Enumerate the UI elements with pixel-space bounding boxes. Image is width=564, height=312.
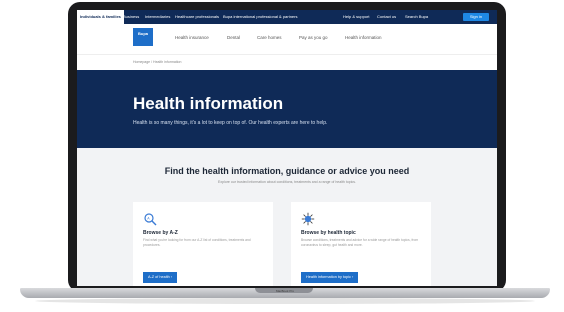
help-support-link[interactable]: Help & support bbox=[343, 10, 369, 24]
bupa-logo[interactable]: Bupa bbox=[133, 28, 153, 46]
nav-health-insurance[interactable]: Health insurance bbox=[175, 35, 209, 40]
find-heading: Find the health information, guidance or… bbox=[164, 166, 410, 176]
nav-health-information[interactable]: Health information bbox=[345, 35, 382, 40]
breadcrumb[interactable]: Homepage / Health information bbox=[133, 60, 181, 64]
tab-intermediaries[interactable]: Intermediaries bbox=[145, 10, 170, 24]
az-of-health-button[interactable]: A-Z of health › bbox=[143, 272, 178, 283]
health-info-by-topic-button[interactable]: Health information by topic › bbox=[301, 272, 359, 283]
main-navigation: Bupa Health insurance Dental Care homes … bbox=[77, 24, 497, 55]
hero-subtitle: Health is so many things, it's a lot to … bbox=[133, 120, 328, 126]
card-browse-topic: Browse by health topic Browse conditions… bbox=[291, 202, 431, 286]
nav-care-homes[interactable]: Care homes bbox=[257, 35, 282, 40]
laptop-screen: Individuals & families Business Intermed… bbox=[77, 10, 497, 286]
nav-dental[interactable]: Dental bbox=[227, 35, 240, 40]
card-title: Browse by A-Z bbox=[143, 230, 178, 236]
laptop-shadow bbox=[35, 298, 535, 304]
hero-banner: Health information Health is so many thi… bbox=[77, 70, 497, 148]
virus-icon bbox=[301, 212, 315, 226]
card-description: Browse conditions, treatments and advice… bbox=[301, 238, 419, 247]
tab-healthcare-professionals[interactable]: Healthcare professionals bbox=[175, 10, 219, 24]
tab-individuals[interactable]: Individuals & families bbox=[77, 10, 124, 24]
content-area: Find the health information, guidance or… bbox=[77, 148, 497, 286]
top-utility-bar: Individuals & families Business Intermed… bbox=[77, 10, 497, 24]
card-description: Find what you're looking for from our A-… bbox=[143, 238, 251, 247]
search-link[interactable]: Search Bupa bbox=[405, 10, 428, 24]
svg-text:A: A bbox=[147, 217, 150, 221]
find-subheading: Explore our trusted information about co… bbox=[218, 180, 356, 184]
card-title: Browse by health topic bbox=[301, 230, 356, 236]
nav-pay-as-you-go[interactable]: Pay as you go bbox=[299, 35, 328, 40]
card-browse-az: A Browse by A-Z Find what you're looking… bbox=[133, 202, 273, 286]
contact-us-link[interactable]: Contact us bbox=[377, 10, 396, 24]
magnifier-icon: A bbox=[144, 213, 157, 226]
page-title: Health information bbox=[133, 94, 284, 113]
sign-in-button[interactable]: Sign in bbox=[463, 13, 489, 21]
device-model-label: MacBook Pro bbox=[275, 289, 294, 293]
tab-international[interactable]: Bupa international professional & partne… bbox=[223, 10, 298, 24]
tab-business[interactable]: Business bbox=[123, 10, 139, 24]
